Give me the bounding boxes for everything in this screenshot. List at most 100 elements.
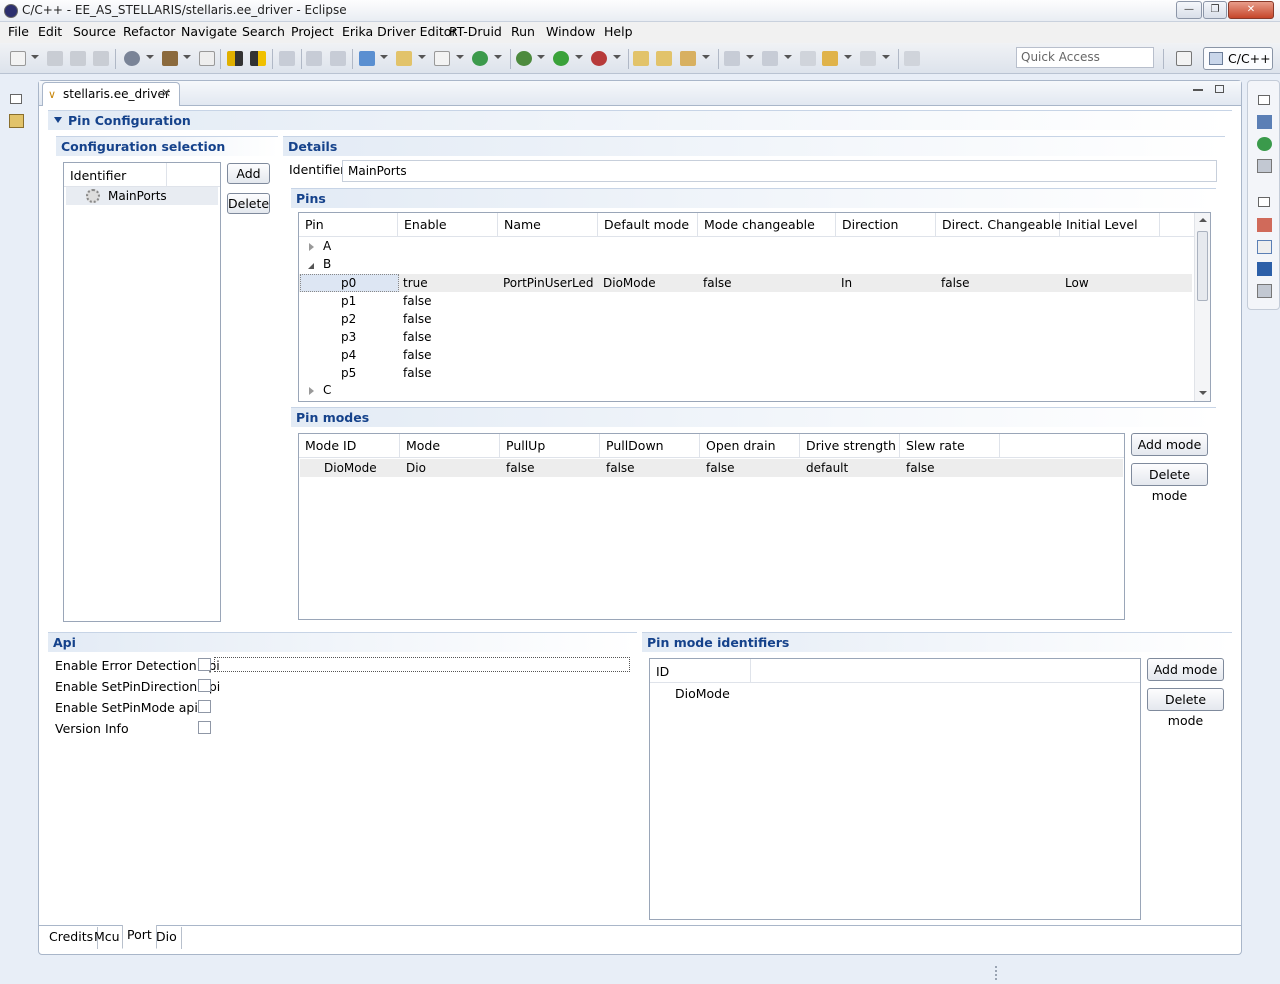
configuration-list[interactable]: Identifier MainPorts bbox=[63, 162, 221, 622]
column-name[interactable]: Name bbox=[498, 213, 598, 237]
new-dropdown-icon[interactable] bbox=[31, 55, 39, 59]
identifier-field[interactable]: MainPorts bbox=[342, 160, 1217, 182]
refresh-icon[interactable] bbox=[472, 51, 488, 66]
delete-configuration-button[interactable]: Delete bbox=[227, 193, 270, 214]
restore-right-icon[interactable] bbox=[1258, 95, 1270, 105]
external-tools-icon[interactable] bbox=[591, 51, 607, 66]
column-pulldown[interactable]: PullDown bbox=[600, 434, 700, 458]
menu-source[interactable]: Source bbox=[73, 24, 116, 39]
perspective-cpp-button[interactable]: C/C++ bbox=[1203, 47, 1273, 70]
print-icon[interactable] bbox=[93, 51, 109, 66]
previous-annotation-icon[interactable] bbox=[762, 51, 778, 66]
scroll-up-icon[interactable] bbox=[1199, 218, 1207, 222]
back-arrow-icon[interactable] bbox=[822, 51, 838, 66]
column-mode-id[interactable]: Mode ID bbox=[299, 434, 400, 458]
enable-setpinmode-checkbox[interactable] bbox=[198, 700, 211, 713]
menu-help[interactable]: Help bbox=[604, 24, 633, 39]
debug-icon[interactable] bbox=[516, 51, 532, 66]
new-class-icon[interactable] bbox=[434, 51, 450, 66]
debug-indicator-icon[interactable] bbox=[227, 51, 243, 66]
column-direction[interactable]: Direction bbox=[836, 213, 936, 237]
maximize-editor-icon[interactable] bbox=[1215, 85, 1224, 93]
enable-cell[interactable]: false bbox=[403, 348, 432, 362]
menu-run[interactable]: Run bbox=[511, 24, 535, 39]
menu-window[interactable]: Window bbox=[546, 24, 595, 39]
mode-id-cell[interactable]: DioMode bbox=[324, 461, 377, 475]
problems-icon[interactable] bbox=[1257, 218, 1272, 232]
project-explorer-icon[interactable] bbox=[9, 114, 24, 128]
new-folder-dropdown-icon[interactable] bbox=[418, 55, 426, 59]
add-mode-button[interactable]: Add mode bbox=[1131, 433, 1208, 456]
enable-error-detection-checkbox[interactable] bbox=[198, 658, 211, 671]
task-list-icon[interactable] bbox=[1257, 159, 1272, 173]
quick-access-input[interactable]: Quick Access bbox=[1016, 47, 1154, 68]
menu-erika-driver-editor[interactable]: Erika Driver Editor bbox=[342, 24, 457, 39]
column-pullup[interactable]: PullUp bbox=[500, 434, 600, 458]
mode-changeable-cell[interactable]: false bbox=[703, 276, 732, 290]
run-indicator-icon[interactable] bbox=[250, 51, 266, 66]
run-icon[interactable] bbox=[553, 51, 569, 66]
table-row[interactable]: p4 false bbox=[299, 346, 1192, 364]
binary-icon[interactable] bbox=[199, 51, 215, 66]
enable-cell[interactable]: false bbox=[403, 330, 432, 344]
close-window-button[interactable]: ✕ bbox=[1228, 1, 1274, 19]
previous-annotation-dropdown-icon[interactable] bbox=[784, 55, 792, 59]
external-tools-dropdown-icon[interactable] bbox=[613, 55, 621, 59]
column-open-drain[interactable]: Open drain bbox=[700, 434, 800, 458]
column-direct-changeable[interactable]: Direct. Changeable bbox=[936, 213, 1062, 237]
pin-editor-icon[interactable] bbox=[904, 51, 920, 66]
mode-cell[interactable]: Dio bbox=[406, 461, 426, 475]
hammer-icon[interactable] bbox=[162, 51, 178, 66]
list-item[interactable]: MainPorts bbox=[66, 187, 218, 205]
column-initial-level[interactable]: Initial Level bbox=[1060, 213, 1160, 237]
refresh-dropdown-icon[interactable] bbox=[494, 55, 502, 59]
drive-strength-cell[interactable]: default bbox=[806, 461, 848, 475]
collapse-section-icon[interactable] bbox=[54, 117, 62, 123]
enable-cell[interactable]: false bbox=[403, 366, 432, 380]
save-all-icon[interactable] bbox=[70, 51, 86, 66]
direct-changeable-cell[interactable]: false bbox=[941, 276, 970, 290]
outline-icon[interactable] bbox=[1257, 115, 1272, 129]
initial-level-cell[interactable]: Low bbox=[1065, 276, 1089, 290]
status-bar-grip[interactable] bbox=[995, 966, 997, 980]
editor-tab-stellaris[interactable]: ∨ stellaris.ee_driver ✕ bbox=[42, 82, 180, 106]
enable-cell[interactable]: true bbox=[403, 276, 428, 290]
open-element-icon[interactable] bbox=[656, 51, 672, 66]
open-type-icon[interactable] bbox=[633, 51, 649, 66]
column-pin[interactable]: Pin bbox=[299, 213, 398, 237]
collapse-arrow-icon[interactable] bbox=[308, 263, 314, 269]
forward-arrow-icon[interactable] bbox=[860, 51, 876, 66]
table-row[interactable]: p2 false bbox=[299, 310, 1192, 328]
menu-rt-druid[interactable]: RT-Druid bbox=[449, 24, 502, 39]
open-drain-cell[interactable]: false bbox=[706, 461, 735, 475]
table-row[interactable]: DioMode Dio false false false default fa… bbox=[300, 459, 1123, 477]
direction-cell[interactable]: In bbox=[841, 276, 852, 290]
pin-modes-table[interactable]: Mode ID Mode PullUp PullDown Open drain … bbox=[298, 433, 1125, 620]
restore-lower-icon[interactable] bbox=[1258, 197, 1270, 207]
search-dropdown-icon[interactable] bbox=[702, 55, 710, 59]
table-row[interactable]: p1 false bbox=[299, 292, 1192, 310]
expand-arrow-icon[interactable] bbox=[309, 243, 314, 251]
tree-group-a[interactable]: A bbox=[299, 238, 1194, 256]
pin-mode-identifiers-list[interactable]: ID DioMode bbox=[649, 658, 1141, 920]
make-target-icon[interactable] bbox=[1257, 137, 1272, 151]
delete-identifier-mode-button[interactable]: Delete mode bbox=[1147, 688, 1224, 728]
column-mode-changeable[interactable]: Mode changeable bbox=[698, 213, 836, 237]
restore-icon[interactable] bbox=[10, 94, 22, 104]
build-settings-icon[interactable] bbox=[124, 51, 140, 66]
new-project-dropdown-icon[interactable] bbox=[380, 55, 388, 59]
run-dropdown-icon[interactable] bbox=[575, 55, 583, 59]
enable-setpindirection-checkbox[interactable] bbox=[198, 679, 211, 692]
menu-navigate[interactable]: Navigate bbox=[181, 24, 237, 39]
open-perspective-icon[interactable] bbox=[1176, 51, 1192, 66]
menu-project[interactable]: Project bbox=[291, 24, 334, 39]
version-info-checkbox[interactable] bbox=[198, 721, 211, 734]
add-identifier-mode-button[interactable]: Add mode bbox=[1147, 658, 1224, 681]
name-cell[interactable]: PortPinUserLed bbox=[503, 276, 594, 290]
delete-mode-button[interactable]: Delete mode bbox=[1131, 463, 1208, 503]
minimize-window-button[interactable]: — bbox=[1176, 1, 1202, 19]
scroll-thumb[interactable] bbox=[1197, 231, 1208, 301]
menu-refactor[interactable]: Refactor bbox=[123, 24, 175, 39]
column-drive-strength[interactable]: Drive strength bbox=[800, 434, 900, 458]
new-file-icon[interactable] bbox=[10, 51, 26, 66]
